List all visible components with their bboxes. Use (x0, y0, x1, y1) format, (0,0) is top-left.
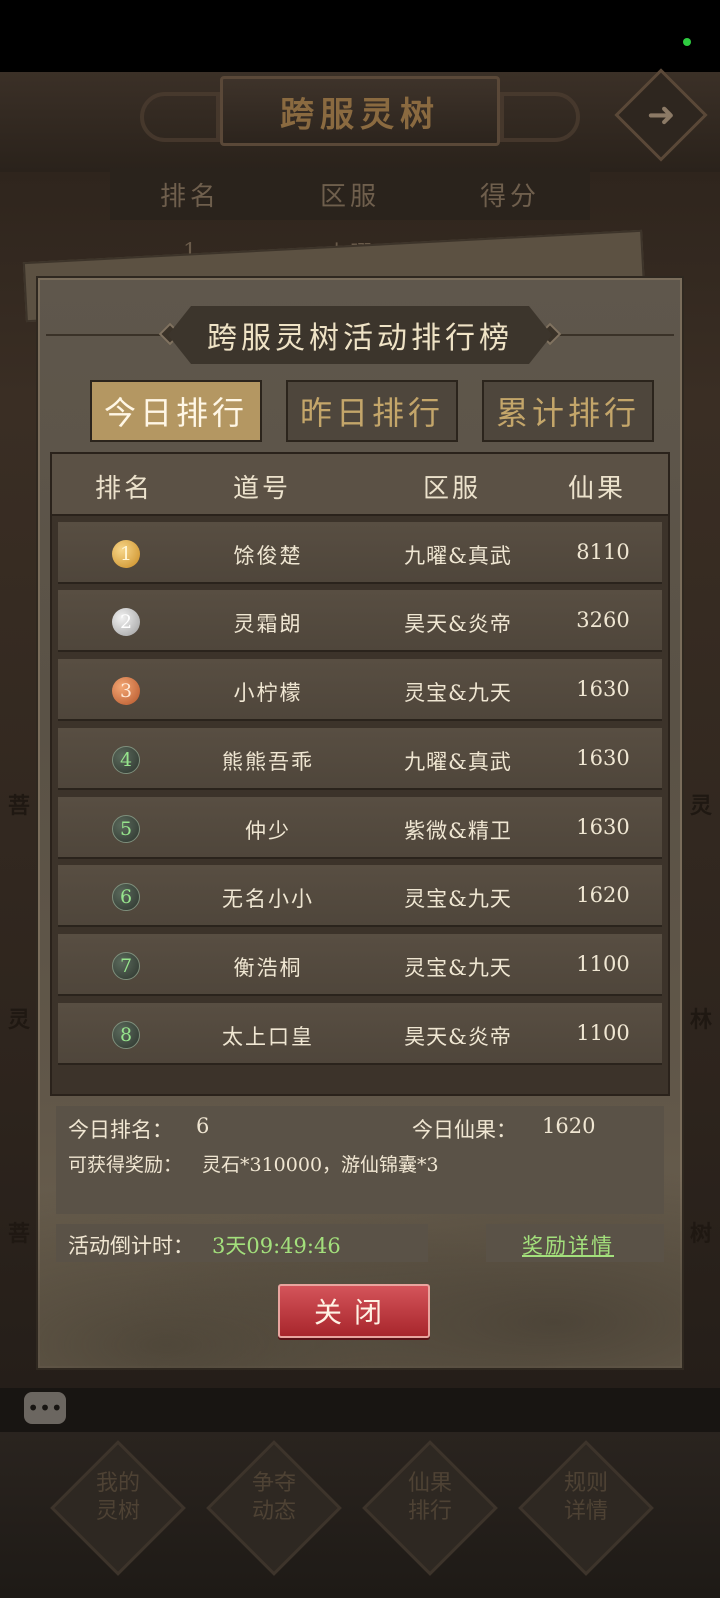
background-table-header: 排名 区服 得分 (110, 168, 590, 220)
bg-header-score: 得分 (479, 181, 540, 212)
nav-battle-news-label: 争夺 动态 (224, 1470, 324, 1526)
table-row[interactable]: 7 衡浩桐 灵宝&九天 1100 (58, 934, 662, 996)
divider (546, 334, 674, 336)
reward-label: 可获得奖励： (68, 1154, 183, 1176)
server-name: 灵宝&九天 (404, 887, 512, 911)
table-row[interactable]: 1 馀俊楚 九曜&真武 8110 (58, 522, 662, 584)
gold-medal-icon: 1 (112, 540, 140, 568)
side-label-left: 灵 (8, 1007, 31, 1033)
close-button[interactable]: 关闭 (278, 1284, 430, 1338)
nav-fruit-rank-label: 仙果 排行 (380, 1470, 480, 1526)
arrow-right-icon: ➜ (646, 95, 676, 135)
server-name: 灵宝&九天 (404, 681, 512, 705)
countdown-value: 3天09:49:46 (212, 1234, 341, 1258)
server-name: 九曜&真武 (404, 750, 512, 774)
cloud-ornament-right-icon (500, 92, 580, 142)
player-name: 无名小小 (222, 887, 314, 911)
side-label-right: 树 (690, 1221, 713, 1247)
camera-indicator-icon (683, 38, 691, 46)
cloud-ornament-left-icon (140, 92, 220, 142)
server-name: 九曜&真武 (404, 544, 512, 568)
score-value: 1630 (576, 746, 630, 770)
nav-label-line: 排行 (407, 1499, 452, 1524)
player-name: 馀俊楚 (233, 544, 303, 568)
my-score-value: 1620 (542, 1114, 596, 1138)
score-value: 3260 (576, 608, 630, 632)
my-rank-label: 今日排名： (68, 1118, 173, 1142)
dialog-title: 跨服灵树活动排行榜 (207, 321, 513, 356)
nav-label-line: 争夺 (251, 1471, 296, 1496)
score-value: 1620 (576, 883, 630, 907)
player-name: 灵霜朗 (233, 612, 303, 636)
chat-bar[interactable] (0, 1388, 720, 1432)
rank-badge-icon: 6 (112, 883, 140, 911)
nav-label-line: 规则 (563, 1471, 608, 1496)
header-server: 区服 (422, 474, 481, 504)
rank-badge-icon: 8 (112, 1021, 140, 1049)
player-name: 小柠檬 (233, 681, 303, 705)
rank-badge-icon: 4 (112, 746, 140, 774)
side-label-right: 灵 (690, 793, 713, 819)
bronze-medal-icon: 3 (112, 677, 140, 705)
score-value: 1100 (576, 1021, 630, 1045)
server-name: 昊天&炎帝 (404, 612, 512, 636)
table-row[interactable]: 3 小柠檬 灵宝&九天 1630 (58, 659, 662, 721)
nav-label-line: 灵树 (95, 1499, 140, 1524)
score-value: 8110 (576, 540, 630, 564)
divider (46, 334, 174, 336)
server-name: 灵宝&九天 (404, 956, 512, 980)
table-row[interactable]: 6 无名小小 灵宝&九天 1620 (58, 865, 662, 927)
bg-header-rank: 排名 (159, 181, 220, 212)
nav-label-line: 仙果 (407, 1471, 452, 1496)
server-name: 紫微&精卫 (404, 819, 512, 843)
table-header: 排名 道号 区服 仙果 (52, 454, 668, 516)
countdown-label: 活动倒计时： (68, 1234, 194, 1258)
player-name: 仲少 (245, 819, 291, 843)
reward-detail-link[interactable]: 奖励详情 (522, 1230, 614, 1260)
tab-cumulative[interactable]: 累计排行 (482, 380, 654, 442)
tab-yesterday[interactable]: 昨日排行 (286, 380, 458, 442)
my-rank-value: 6 (196, 1114, 210, 1138)
nav-label-line: 详情 (563, 1499, 608, 1524)
countdown-info: 活动倒计时： 3天09:49:46 (56, 1224, 428, 1262)
player-name: 熊熊吾乖 (222, 750, 314, 774)
silver-medal-icon: 2 (112, 608, 140, 636)
header-name: 道号 (232, 474, 291, 504)
score-value: 1630 (576, 677, 630, 701)
nav-label-line: 我的 (95, 1471, 140, 1496)
reward-detail-container: 奖励详情 (486, 1224, 664, 1262)
nav-label-line: 动态 (251, 1499, 296, 1524)
header-score: 仙果 (567, 474, 626, 504)
my-rank-info: 今日排名： 6 今日仙果： 1620 可获得奖励： 灵石*310000，游仙锦囊… (56, 1106, 664, 1214)
side-label-left: 菩 (8, 793, 31, 819)
ranking-table: 排名 道号 区服 仙果 1 馀俊楚 九曜&真武 8110 2 灵霜朗 昊天&炎帝… (50, 452, 670, 1096)
table-row[interactable]: 4 熊熊吾乖 九曜&真武 1630 (58, 728, 662, 790)
score-value: 1630 (576, 815, 630, 839)
table-row[interactable]: 8 太上口皇 昊天&炎帝 1100 (58, 1003, 662, 1065)
rank-badge-icon: 5 (112, 815, 140, 843)
score-value: 1100 (576, 952, 630, 976)
close-button-label: 关闭 (313, 1296, 394, 1329)
page-title: 跨服灵树 (280, 94, 440, 135)
rank-badge-icon: 7 (112, 952, 140, 980)
player-name: 衡浩桐 (233, 956, 303, 980)
side-label-left: 菩 (8, 1221, 31, 1247)
nav-my-tree-label: 我的 灵树 (68, 1470, 168, 1526)
bg-header-server: 区服 (319, 181, 380, 212)
header-plaque: 跨服灵树 (220, 76, 500, 146)
server-name: 昊天&炎帝 (404, 1025, 512, 1049)
header-rank: 排名 (94, 474, 153, 504)
tab-today[interactable]: 今日排行 (90, 380, 262, 442)
side-label-right: 林 (690, 1007, 713, 1033)
nav-rules-label: 规则 详情 (536, 1470, 636, 1526)
table-row[interactable]: 5 仲少 紫微&精卫 1630 (58, 797, 662, 859)
title-ribbon: 跨服灵树活动排行榜 (168, 306, 552, 364)
leaderboard-dialog: 跨服灵树活动排行榜 今日排行 昨日排行 累计排行 排名 道号 区服 仙果 1 馀… (36, 276, 684, 1370)
my-score-label: 今日仙果： (412, 1118, 517, 1142)
table-row[interactable]: 2 灵霜朗 昊天&炎帝 3260 (58, 590, 662, 652)
reward-value: 灵石*310000，游仙锦囊*3 (202, 1154, 439, 1176)
player-name: 太上口皇 (222, 1025, 314, 1049)
chat-bubble-icon[interactable]: ••• (24, 1392, 66, 1424)
